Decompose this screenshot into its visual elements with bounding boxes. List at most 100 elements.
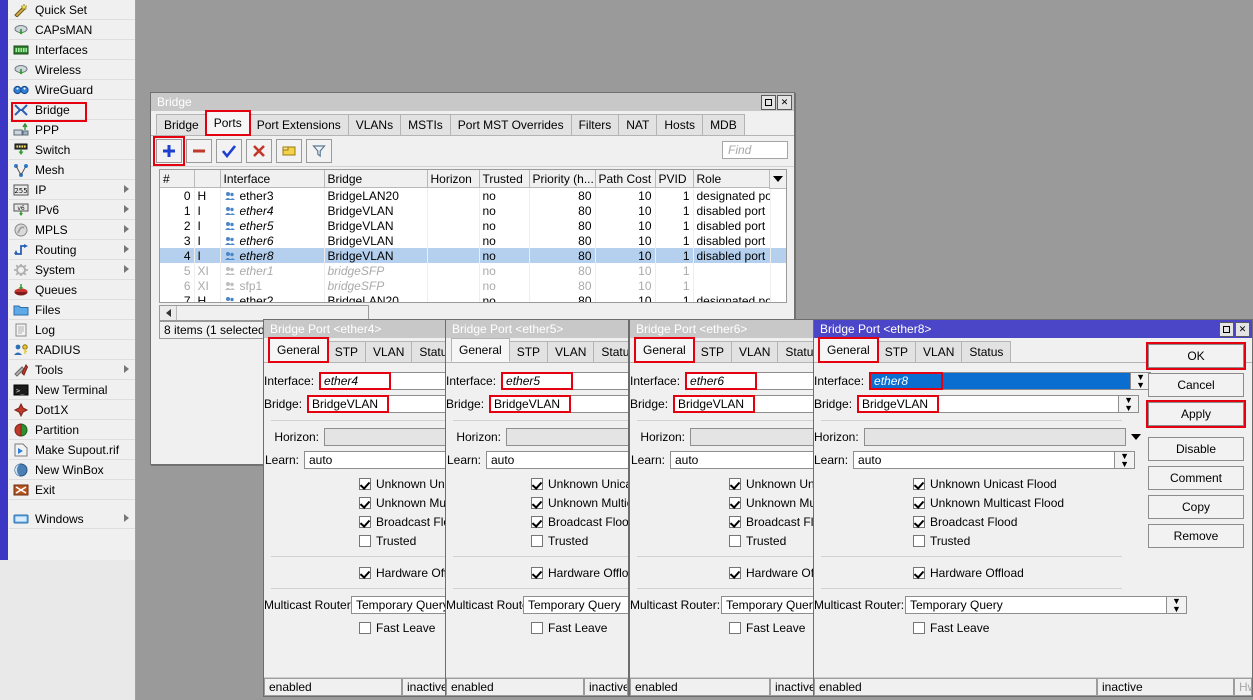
checkbox-box[interactable] <box>729 477 741 490</box>
dialog-tab-status[interactable]: Status <box>961 341 1012 362</box>
dialog-tab-general[interactable]: General <box>268 337 329 363</box>
tab-mdb[interactable]: MDB <box>702 114 745 135</box>
table-column-header[interactable]: Priority (h... <box>529 170 596 188</box>
checkbox-box[interactable] <box>359 496 371 509</box>
remove-button[interactable]: Remove <box>1148 524 1244 548</box>
broadcast-flood-checkbox[interactable]: Broadcast Flood <box>531 512 628 531</box>
sidebar-item-routing[interactable]: Routing <box>9 240 135 260</box>
bridge-field[interactable]: BridgeVLAN <box>489 395 628 413</box>
checkbox-box[interactable] <box>359 515 371 528</box>
enable-button[interactable] <box>216 139 242 163</box>
checkbox-box[interactable] <box>729 534 741 547</box>
hardware-offload-checkbox[interactable]: Hardware Offload <box>729 563 814 582</box>
table-row[interactable]: 1 Iether4 BridgeVLAN no 80 10 1 disabled port <box>160 203 786 218</box>
tab-vlans[interactable]: VLANs <box>347 114 402 135</box>
table-header-row[interactable]: # Interface Bridge Horizon Trusted Priority (… <box>160 170 786 188</box>
bridge-tab-bar[interactable]: Bridge Ports Port Extensions VLANs MSTIs Port… <box>151 110 794 136</box>
fast-leave-checkbox[interactable]: Fast Leave <box>531 618 628 637</box>
tab-nat[interactable]: NAT <box>618 114 658 135</box>
bridge-field[interactable]: BridgeVLAN <box>307 395 446 413</box>
remove-button[interactable] <box>186 139 212 163</box>
sidebar-item-new-winbox[interactable]: New WinBox <box>9 460 135 480</box>
dialog-tab-stp[interactable]: STP <box>692 341 733 362</box>
hardware-offload-checkbox[interactable]: Hardware Offload <box>913 563 1129 582</box>
multicast-router-field[interactable]: Temporary Query <box>721 596 814 614</box>
disable-button[interactable]: Disable <box>1148 437 1244 461</box>
interface-field[interactable]: ether6 <box>685 372 814 390</box>
dialog-tab-status[interactable]: Status <box>593 341 628 362</box>
tab-filters[interactable]: Filters <box>570 114 620 135</box>
dialog-titlebar[interactable]: Bridge Port <ether6> <box>630 320 814 338</box>
checkbox-box[interactable] <box>531 515 543 528</box>
unknown-multicast-flood-checkbox[interactable]: Unknown Multicast Flood <box>359 493 446 512</box>
table-row[interactable]: 5 XI ether1 bridgeSFP no 80 10 1 <box>160 263 786 278</box>
checkbox-box[interactable] <box>531 621 543 634</box>
dialog-tab-stp[interactable]: STP <box>508 341 549 362</box>
filter-button[interactable] <box>306 139 332 163</box>
table-row[interactable]: 0Hether3 BridgeLAN20 no80101designated por… <box>160 187 786 203</box>
sidebar-item-wireless[interactable]: Wireless <box>9 60 135 80</box>
horizon-field[interactable] <box>863 428 1126 446</box>
broadcast-flood-checkbox[interactable]: Broadcast Flood <box>359 512 446 531</box>
horizon-dropdown-icon[interactable] <box>1126 428 1146 446</box>
add-button[interactable] <box>153 136 185 166</box>
learn-field[interactable]: auto <box>304 451 446 469</box>
sidebar-item-ipv6[interactable]: v6 IPv6 <box>9 200 135 220</box>
trusted-checkbox[interactable]: Trusted <box>531 531 628 550</box>
checkbox-box[interactable] <box>913 534 925 547</box>
comment-button[interactable] <box>276 139 302 163</box>
horizon-field[interactable] <box>324 428 446 446</box>
learn-field[interactable]: auto <box>670 451 814 469</box>
dialog-tab-vlan[interactable]: VLAN <box>547 341 595 362</box>
comment-button[interactable]: Comment <box>1148 466 1244 490</box>
horizon-field[interactable] <box>506 428 628 446</box>
hardware-offload-checkbox[interactable]: Hardware Offload <box>531 563 628 582</box>
cancel-button[interactable]: Cancel <box>1148 373 1244 397</box>
dialog-tab-bar[interactable]: GeneralSTPVLANStatus <box>446 338 628 363</box>
learn-field[interactable]: auto <box>486 451 628 469</box>
broadcast-flood-checkbox[interactable]: Broadcast Flood <box>913 512 1129 531</box>
sidebar-item-new-terminal[interactable]: >_ New Terminal <box>9 380 135 400</box>
maximize-icon[interactable] <box>761 94 776 110</box>
apply-button[interactable]: Apply <box>1146 400 1246 428</box>
unknown-multicast-flood-checkbox[interactable]: Unknown Multicast Flood <box>729 493 814 512</box>
table-row[interactable]: 4 Iether8 BridgeVLAN no 80 10 1 disabled port <box>160 248 786 263</box>
table-column-header[interactable]: Path Cost <box>595 170 656 188</box>
find-input[interactable]: Find <box>722 141 788 159</box>
learn-dropdown-icon[interactable]: ▼ ▼ <box>1115 451 1136 469</box>
sidebar-item-switch[interactable]: Switch <box>9 140 135 160</box>
dialog-button-column[interactable]: OK Cancel Apply Disable Comment Copy Remove <box>1146 342 1246 553</box>
ok-button[interactable]: OK <box>1146 342 1246 370</box>
sidebar-item-radius[interactable]: RADIUS <box>9 340 135 360</box>
tab-port-extensions[interactable]: Port Extensions <box>248 114 349 135</box>
trusted-checkbox[interactable]: Trusted <box>913 531 1129 550</box>
fast-leave-checkbox[interactable]: Fast Leave <box>729 618 814 637</box>
dialog-tab-vlan[interactable]: VLAN <box>731 341 779 362</box>
close-icon[interactable]: ✕ <box>777 94 792 110</box>
tab-port-mst-overrides[interactable]: Port MST Overrides <box>449 114 572 135</box>
hardware-offload-checkbox[interactable]: Hardware Offload <box>359 563 446 582</box>
sidebar-item-dot1x[interactable]: Dot1X <box>9 400 135 420</box>
table-column-header[interactable] <box>194 170 221 188</box>
trusted-checkbox[interactable]: Trusted <box>729 531 814 550</box>
bridge-field[interactable]: BridgeVLAN <box>857 395 1120 413</box>
sidebar-item-windows[interactable]: Windows <box>9 509 135 529</box>
checkbox-box[interactable] <box>913 515 925 528</box>
dialog-tab-vlan[interactable]: VLAN <box>915 341 963 362</box>
checkbox-box[interactable] <box>531 566 543 579</box>
checkbox-box[interactable] <box>359 621 371 634</box>
horizon-field[interactable] <box>690 428 814 446</box>
multicast-router-field[interactable]: Temporary Query <box>905 596 1167 614</box>
multicast-router-dropdown-icon[interactable]: ▼ ▼ <box>1167 596 1187 614</box>
bridge-port-dialog-ether8[interactable]: Bridge Port <ether8> ✕ General STP VLAN Statu… <box>813 319 1253 697</box>
bridge-toolbar[interactable]: Find <box>151 136 794 167</box>
dialog-tab-general[interactable]: General <box>451 338 510 362</box>
dialog-tab-vlan[interactable]: VLAN <box>365 341 413 362</box>
copy-button[interactable]: Copy <box>1148 495 1244 519</box>
unknown-unicast-flood-checkbox[interactable]: Unknown Unicast Flood <box>531 474 628 493</box>
interface-field[interactable]: ether5 <box>501 372 628 390</box>
checkbox-box[interactable] <box>913 496 925 509</box>
sidebar-item-system[interactable]: System <box>9 260 135 280</box>
tab-mstis[interactable]: MSTIs <box>400 114 451 135</box>
sidebar-item-bridge[interactable]: Bridge <box>9 100 135 120</box>
